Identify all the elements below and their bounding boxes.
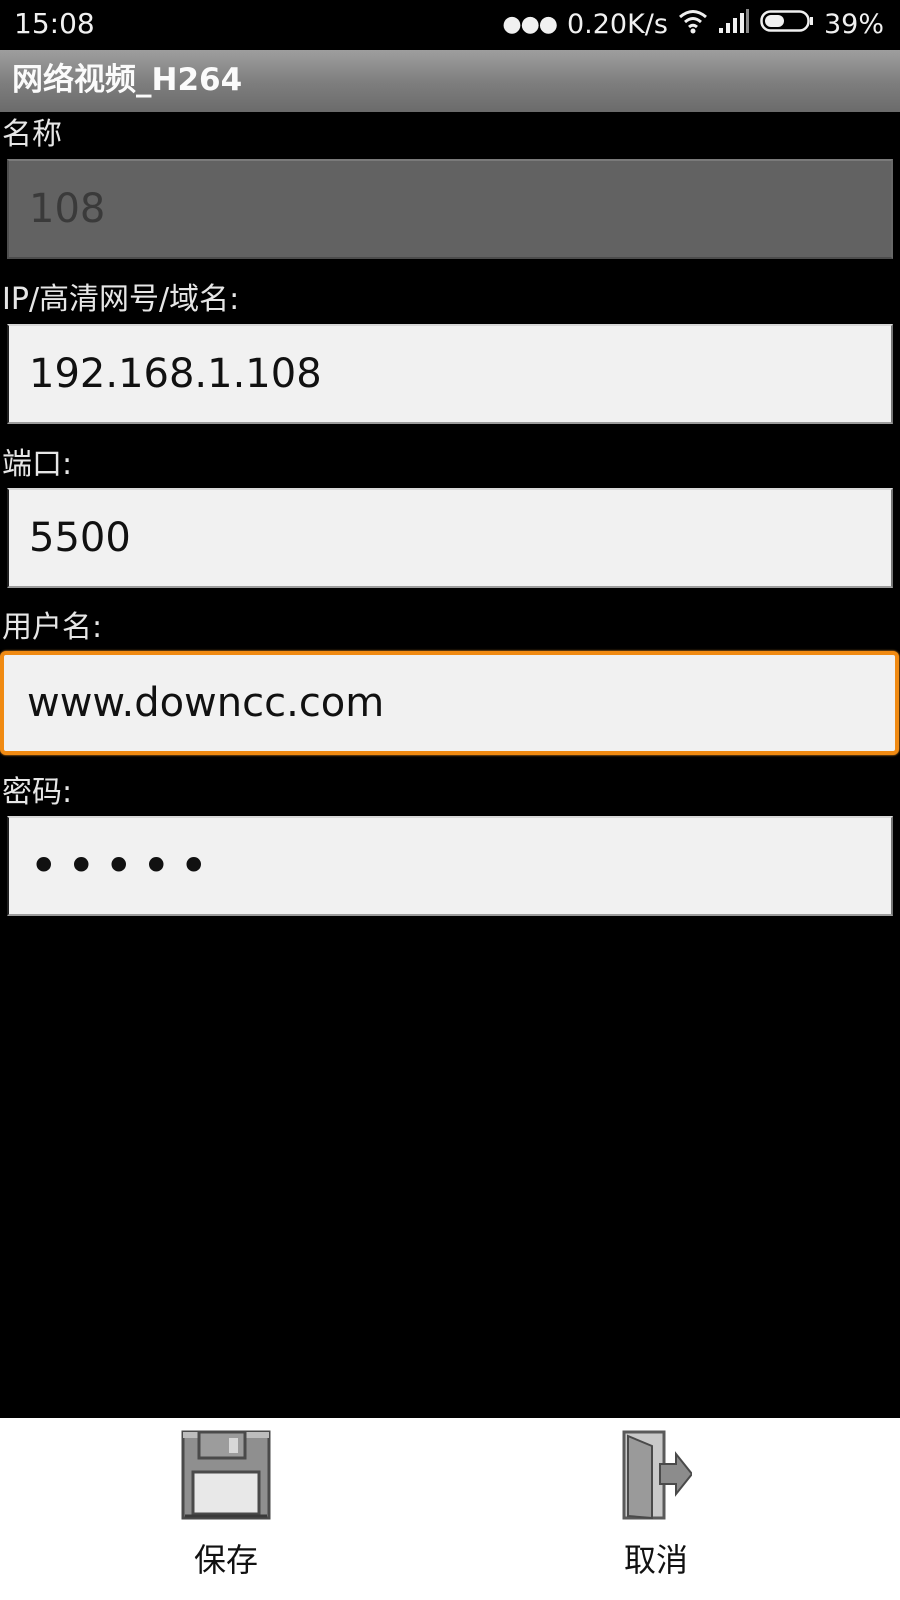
- host-field[interactable]: [7, 324, 893, 424]
- status-time: 15:08: [14, 7, 95, 40]
- title-bar: 网络视频_H264: [0, 50, 900, 112]
- battery-percent: 39%: [823, 8, 884, 40]
- port-field[interactable]: [7, 488, 893, 588]
- exit-door-icon: [622, 1430, 694, 1526]
- floppy-disk-icon: [181, 1430, 271, 1524]
- name-field: [7, 159, 893, 259]
- name-label: 名称: [2, 117, 62, 152]
- cancel-label: 取消: [624, 1541, 689, 1579]
- password-label: 密码:: [2, 775, 73, 810]
- password-field[interactable]: [7, 816, 893, 916]
- status-bar: 15:08 ●●● 0.20K/s 39%: [0, 0, 900, 50]
- username-field[interactable]: [0, 651, 899, 755]
- network-speed: 0.20K/s: [566, 8, 668, 40]
- signal-icon: [718, 8, 750, 41]
- cancel-button[interactable]: 取消: [450, 1418, 900, 1600]
- port-label: 端口:: [2, 447, 73, 482]
- host-label: IP/高清网号/域名:: [2, 282, 240, 317]
- page-title: 网络视频_H264: [12, 62, 243, 98]
- username-label: 用户名:: [2, 610, 103, 645]
- status-icons: ●●● 0.20K/s 39%: [502, 7, 884, 41]
- bottom-action-bar: 保存 取消: [0, 1418, 900, 1600]
- save-label: 保存: [194, 1541, 259, 1579]
- more-dots-icon: ●●●: [502, 12, 558, 37]
- wifi-icon: [678, 8, 708, 41]
- battery-icon: [760, 8, 814, 41]
- save-button[interactable]: 保存: [0, 1418, 450, 1600]
